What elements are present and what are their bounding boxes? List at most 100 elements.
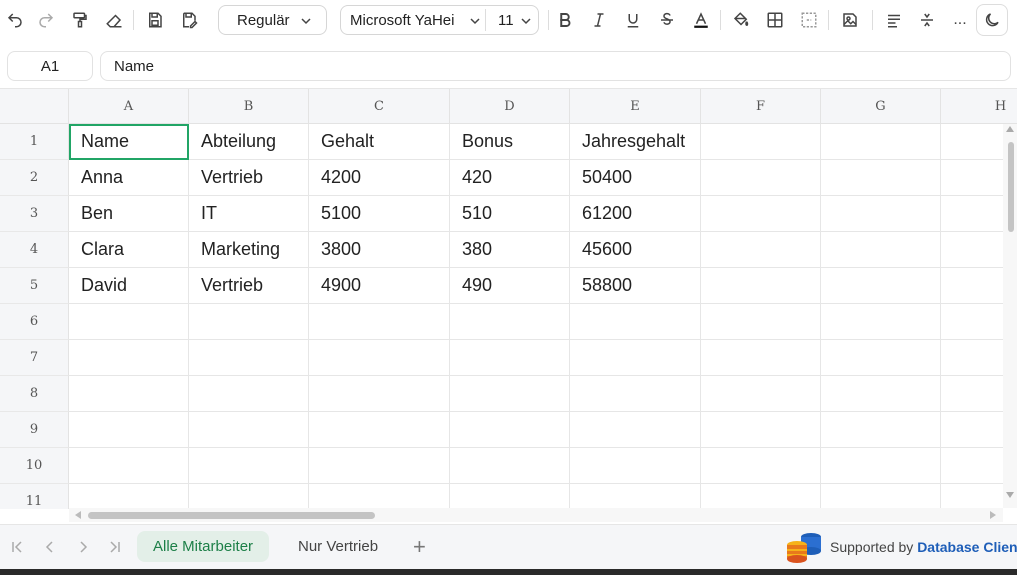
cell-e8[interactable]	[570, 376, 701, 412]
row-header-9[interactable]: 9	[0, 412, 69, 448]
row-header-10[interactable]: 10	[0, 448, 69, 484]
column-header-f[interactable]: F	[701, 89, 821, 124]
cell-a9[interactable]	[69, 412, 189, 448]
undo-icon[interactable]	[3, 8, 27, 32]
cell-b1[interactable]: Abteilung	[189, 124, 309, 160]
cell-b9[interactable]	[189, 412, 309, 448]
cell-f1[interactable]	[701, 124, 821, 160]
cell-a5[interactable]: David	[69, 268, 189, 304]
spreadsheet-grid[interactable]: A B C D E F G H 1 Name Abteilung Gehalt Bonus Jahresg…	[0, 88, 1017, 509]
cell-reference-box[interactable]: A1	[7, 51, 93, 81]
formula-input[interactable]: Name	[100, 51, 1011, 81]
cell-e11[interactable]	[570, 484, 701, 509]
eraser-icon[interactable]	[102, 8, 126, 32]
cell-a7[interactable]	[69, 340, 189, 376]
cell-d7[interactable]	[450, 340, 570, 376]
cell-g1[interactable]	[821, 124, 941, 160]
cell-d8[interactable]	[450, 376, 570, 412]
cell-e10[interactable]	[570, 448, 701, 484]
font-size-dropdown[interactable]: 11	[486, 6, 538, 34]
cell-d6[interactable]	[450, 304, 570, 340]
theme-toggle-icon[interactable]	[976, 4, 1008, 36]
redo-icon[interactable]	[34, 8, 58, 32]
column-header-c[interactable]: C	[309, 89, 450, 124]
column-header-g[interactable]: G	[821, 89, 941, 124]
cell-a3[interactable]: Ben	[69, 196, 189, 232]
cell-c5[interactable]: 4900	[309, 268, 450, 304]
column-header-b[interactable]: B	[189, 89, 309, 124]
cell-d3[interactable]: 510	[450, 196, 570, 232]
cell-f4[interactable]	[701, 232, 821, 268]
cell-d2[interactable]: 420	[450, 160, 570, 196]
cell-f6[interactable]	[701, 304, 821, 340]
cell-e1[interactable]: Jahresgehalt	[570, 124, 701, 160]
cell-g7[interactable]	[821, 340, 941, 376]
cell-e3[interactable]: 61200	[570, 196, 701, 232]
brand-link[interactable]: Database Client	[917, 539, 1017, 555]
cell-a2[interactable]: Anna	[69, 160, 189, 196]
cell-f2[interactable]	[701, 160, 821, 196]
cell-c7[interactable]	[309, 340, 450, 376]
row-header-5[interactable]: 5	[0, 268, 69, 304]
vertical-align-icon[interactable]	[915, 8, 939, 32]
cell-e4[interactable]: 45600	[570, 232, 701, 268]
underline-icon[interactable]	[621, 8, 645, 32]
first-sheet-icon[interactable]	[8, 538, 26, 556]
cell-d4[interactable]: 380	[450, 232, 570, 268]
cell-c3[interactable]: 5100	[309, 196, 450, 232]
font-color-icon[interactable]	[689, 8, 713, 32]
cell-a6[interactable]	[69, 304, 189, 340]
cell-a1[interactable]: Name	[69, 124, 189, 160]
horizontal-scroll-thumb[interactable]	[88, 512, 375, 519]
scroll-right-arrow-icon[interactable]	[990, 511, 996, 519]
row-header-11[interactable]: 11	[0, 484, 69, 509]
merge-cells-icon[interactable]	[797, 8, 821, 32]
bold-icon[interactable]	[553, 8, 577, 32]
cell-e6[interactable]	[570, 304, 701, 340]
column-header-a[interactable]: A	[69, 89, 189, 124]
strikethrough-icon[interactable]	[655, 8, 679, 32]
cell-a10[interactable]	[69, 448, 189, 484]
cell-c10[interactable]	[309, 448, 450, 484]
font-name-dropdown[interactable]: Microsoft YaHei	[341, 6, 485, 34]
cell-c8[interactable]	[309, 376, 450, 412]
cell-f5[interactable]	[701, 268, 821, 304]
more-icon[interactable]: ...	[948, 8, 972, 32]
vertical-scroll-thumb[interactable]	[1008, 142, 1014, 232]
borders-icon[interactable]	[763, 8, 787, 32]
scroll-left-arrow-icon[interactable]	[75, 511, 81, 519]
row-header-1[interactable]: 1	[0, 124, 69, 160]
save-icon[interactable]	[143, 8, 167, 32]
cell-c11[interactable]	[309, 484, 450, 509]
vertical-scrollbar[interactable]	[1003, 124, 1017, 508]
cell-g10[interactable]	[821, 448, 941, 484]
cell-g6[interactable]	[821, 304, 941, 340]
cell-e7[interactable]	[570, 340, 701, 376]
cell-d1[interactable]: Bonus	[450, 124, 570, 160]
cell-f3[interactable]	[701, 196, 821, 232]
row-header-6[interactable]: 6	[0, 304, 69, 340]
fill-color-icon[interactable]	[729, 8, 753, 32]
cell-c6[interactable]	[309, 304, 450, 340]
cell-b3[interactable]: IT	[189, 196, 309, 232]
scroll-up-arrow-icon[interactable]	[1006, 126, 1014, 132]
column-header-d[interactable]: D	[450, 89, 570, 124]
cell-b7[interactable]	[189, 340, 309, 376]
cell-g4[interactable]	[821, 232, 941, 268]
cell-a8[interactable]	[69, 376, 189, 412]
cell-c9[interactable]	[309, 412, 450, 448]
cell-b10[interactable]	[189, 448, 309, 484]
cell-f10[interactable]	[701, 448, 821, 484]
cell-g5[interactable]	[821, 268, 941, 304]
italic-icon[interactable]	[587, 8, 611, 32]
last-sheet-icon[interactable]	[106, 538, 124, 556]
cell-b4[interactable]: Marketing	[189, 232, 309, 268]
cell-e9[interactable]	[570, 412, 701, 448]
add-sheet-icon[interactable]: +	[397, 531, 442, 562]
column-header-e[interactable]: E	[570, 89, 701, 124]
cell-b8[interactable]	[189, 376, 309, 412]
align-left-icon[interactable]	[882, 8, 906, 32]
column-header-h[interactable]: H	[941, 89, 1017, 124]
cell-g8[interactable]	[821, 376, 941, 412]
cell-b6[interactable]	[189, 304, 309, 340]
